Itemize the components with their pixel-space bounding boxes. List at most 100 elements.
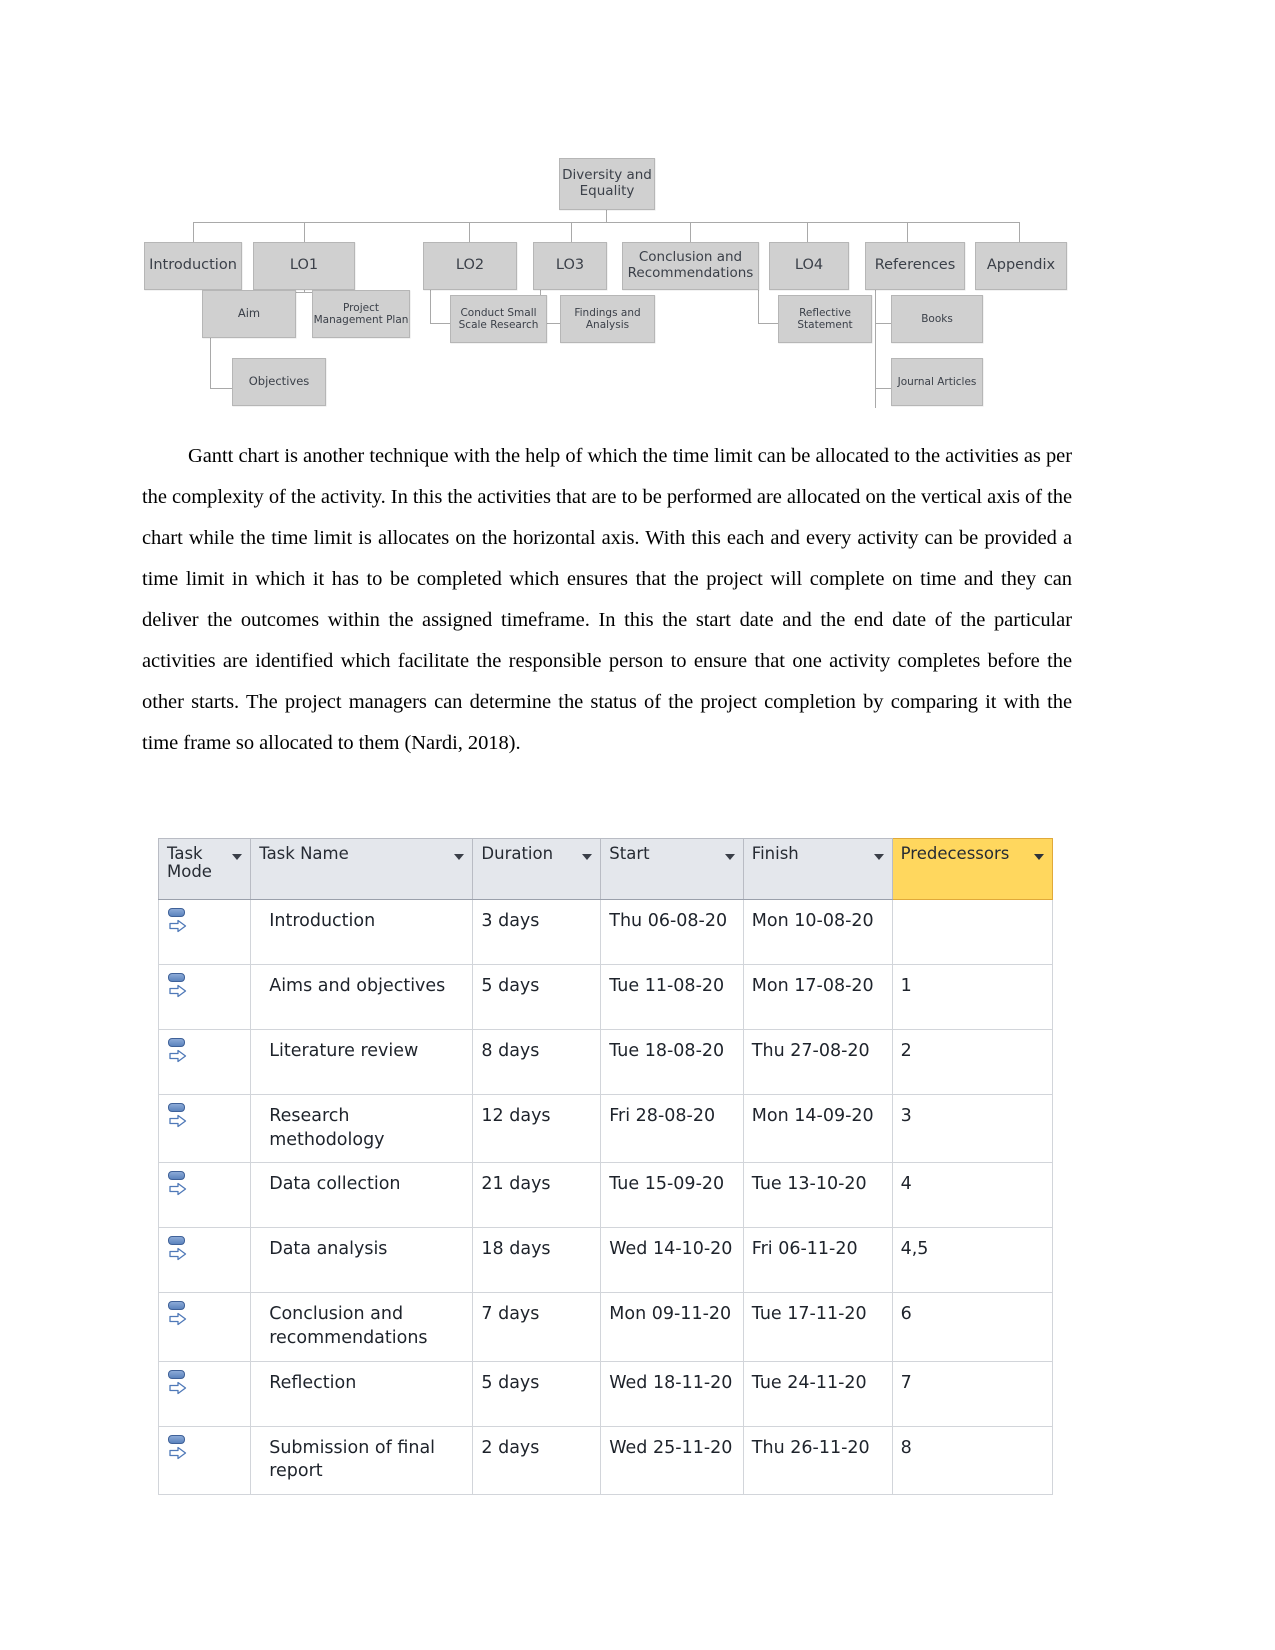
filter-caret-icon[interactable] [232,854,243,860]
cell-task-name[interactable]: Literature review [250,1029,474,1095]
table-row[interactable]: Introduction 3 days Thu 06-08-20 Mon 10-08-… [157,899,1054,965]
cell-finish[interactable]: Thu 26-11-20 [742,1425,893,1495]
cell-task-name[interactable]: Introduction [250,899,474,965]
cell-duration[interactable]: 2 days [472,1425,602,1495]
cell-task-name[interactable]: Reflection [250,1360,474,1427]
cell-task-mode[interactable] [157,964,252,1030]
cell-start[interactable]: Tue 11-08-20 [600,964,744,1030]
cell-finish[interactable]: Mon 10-08-20 [742,899,893,965]
connector-aim-stem [210,338,211,388]
cell-start[interactable]: Thu 06-08-20 [600,899,744,965]
column-header-label: Start [609,844,650,863]
cell-task-mode[interactable] [157,1292,252,1362]
cell-predecessors[interactable]: 4,5 [891,1227,1054,1294]
table-row[interactable]: Submission of final report 2 days Wed 25-1… [157,1425,1054,1495]
cell-duration[interactable]: 3 days [472,899,602,965]
filter-caret-icon[interactable] [454,854,465,860]
cell-task-name[interactable]: Submission of final report [250,1425,474,1495]
filter-caret-icon[interactable] [582,854,593,860]
connector-drop-introduction [193,222,194,242]
cell-finish[interactable]: Tue 17-11-20 [742,1292,893,1362]
cell-duration[interactable]: 5 days [472,1360,602,1427]
column-header-label: Duration [481,844,554,863]
connector-aim-objectives [210,388,232,389]
column-header-task-mode[interactable]: Task Mode [157,838,252,900]
connector-lo2-child [430,323,450,324]
cell-duration[interactable]: 5 days [472,964,602,1030]
column-header-finish[interactable]: Finish [742,838,893,900]
table-row[interactable]: Data analysis 18 days Wed 14-10-20 Fri 06-1… [157,1227,1054,1294]
cell-start[interactable]: Wed 14-10-20 [600,1227,744,1294]
cell-task-mode[interactable] [157,1360,252,1427]
cell-task-mode[interactable] [157,1162,252,1229]
cell-predecessors[interactable] [891,899,1054,965]
cell-finish[interactable]: Fri 06-11-20 [742,1227,893,1294]
cell-start[interactable]: Mon 09-11-20 [600,1292,744,1362]
cell-duration[interactable]: 7 days [472,1292,602,1362]
cell-task-mode[interactable] [157,1227,252,1294]
cell-start[interactable]: Tue 18-08-20 [600,1029,744,1095]
gantt-task-table: Task Mode Task Name Duration Start Finis… [157,838,1054,1495]
wbs-node-objectives: Objectives [232,358,326,406]
cell-start[interactable]: Fri 28-08-20 [600,1093,744,1164]
gantt-task-table-wrapper: Task Mode Task Name Duration Start Finis… [157,838,1054,1495]
cell-task-name[interactable]: Data analysis [250,1227,474,1294]
wbs-node-journal-articles: Journal Articles [891,358,983,406]
column-header-task-name[interactable]: Task Name [250,838,474,900]
cell-task-name[interactable]: Aims and objectives [250,964,474,1030]
column-header-duration[interactable]: Duration [472,838,602,900]
column-header-start[interactable]: Start [600,838,744,900]
auto-scheduled-task-icon [167,1301,193,1329]
column-header-label: Predecessors [900,844,1010,863]
cell-duration[interactable]: 18 days [472,1227,602,1294]
table-row[interactable]: Reflection 5 days Wed 18-11-20 Tue 24-11-20… [157,1360,1054,1427]
cell-task-name[interactable]: Conclusion and recommendations [250,1292,474,1362]
cell-duration[interactable]: 21 days [472,1162,602,1229]
wbs-node-appendix: Appendix [975,242,1067,290]
cell-start[interactable]: Wed 25-11-20 [600,1425,744,1495]
cell-predecessors[interactable]: 1 [891,964,1054,1030]
wbs-node-lo3: LO3 [533,242,607,290]
connector-drop-lo3 [571,222,572,242]
cell-task-name[interactable]: Research methodology [250,1093,474,1164]
wbs-node-conclusion-recommendations: Conclusion and Recommendations [622,242,759,290]
wbs-node-aim: Aim [202,290,296,338]
cell-predecessors[interactable]: 8 [891,1425,1054,1495]
wbs-node-books: Books [891,295,983,343]
cell-predecessors[interactable]: 6 [891,1292,1054,1362]
auto-scheduled-task-icon [167,1038,193,1066]
cell-finish[interactable]: Tue 13-10-20 [742,1162,893,1229]
cell-task-mode[interactable] [157,1093,252,1164]
cell-task-mode[interactable] [157,1029,252,1095]
table-row[interactable]: Conclusion and recommendations 7 days Mon … [157,1292,1054,1362]
cell-finish[interactable]: Mon 14-09-20 [742,1093,893,1164]
cell-task-mode[interactable] [157,1425,252,1495]
auto-scheduled-task-icon [167,1103,193,1131]
table-row[interactable]: Aims and objectives 5 days Tue 11-08-20 Mon… [157,964,1054,1030]
cell-finish[interactable]: Thu 27-08-20 [742,1029,893,1095]
cell-duration[interactable]: 12 days [472,1093,602,1164]
cell-finish[interactable]: Tue 24-11-20 [742,1360,893,1427]
filter-caret-icon[interactable] [873,854,884,860]
cell-start[interactable]: Tue 15-09-20 [600,1162,744,1229]
column-header-predecessors[interactable]: Predecessors [891,838,1054,900]
cell-start[interactable]: Wed 18-11-20 [600,1360,744,1427]
table-row[interactable]: Literature review 8 days Tue 18-08-20 Thu 2… [157,1029,1054,1095]
cell-predecessors[interactable]: 3 [891,1093,1054,1164]
filter-caret-icon[interactable] [724,854,735,860]
cell-predecessors[interactable]: 7 [891,1360,1054,1427]
auto-scheduled-task-icon [167,1236,193,1264]
column-header-label: Task Name [259,844,349,863]
table-row[interactable]: Research methodology 12 days Fri 28-08-20 M… [157,1093,1054,1164]
cell-task-mode[interactable] [157,899,252,965]
cell-finish[interactable]: Mon 17-08-20 [742,964,893,1030]
filter-caret-icon[interactable] [1034,854,1044,860]
cell-predecessors[interactable]: 2 [891,1029,1054,1095]
auto-scheduled-task-icon [167,973,193,1001]
cell-duration[interactable]: 8 days [472,1029,602,1095]
wbs-node-conduct-small-scale-research: Conduct Small Scale Research [450,295,547,343]
cell-task-name[interactable]: Data collection [250,1162,474,1229]
column-header-label: Finish [751,844,799,863]
table-row[interactable]: Data collection 21 days Tue 15-09-20 Tue 13… [157,1162,1054,1229]
cell-predecessors[interactable]: 4 [891,1162,1054,1229]
